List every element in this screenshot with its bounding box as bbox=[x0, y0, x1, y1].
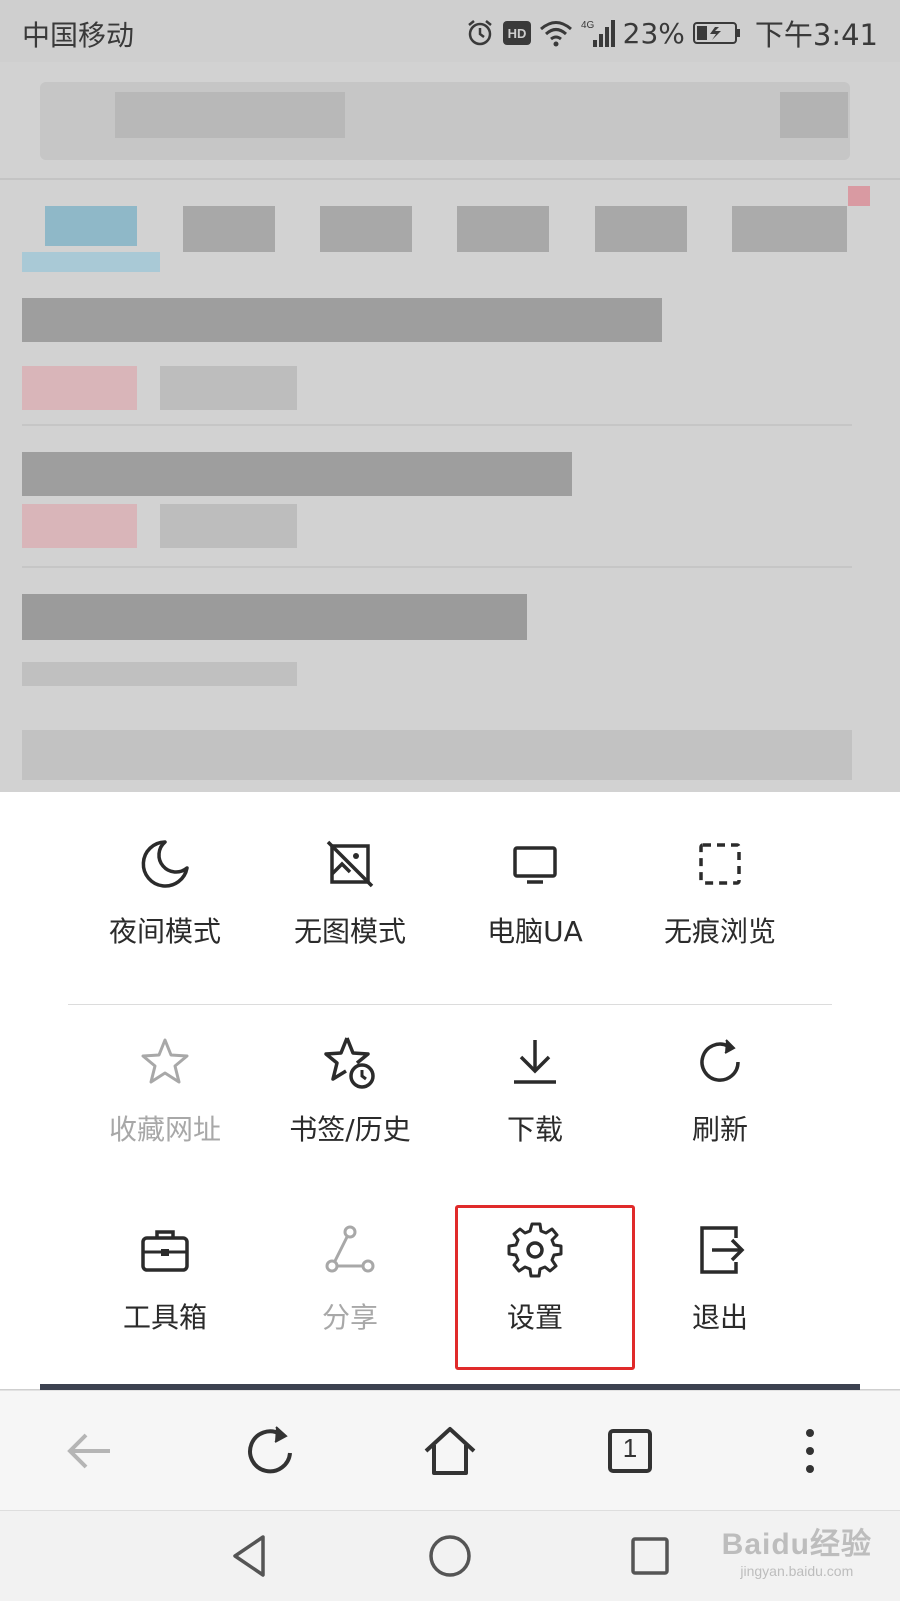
exit-icon bbox=[700, 1226, 745, 1274]
refresh-icon bbox=[700, 1039, 740, 1082]
blurred-tag bbox=[22, 366, 137, 410]
menu-item-label: 无痕浏览 bbox=[663, 915, 776, 948]
status-bar: 中国移动 HD 4G 23% 下午3:41 bbox=[0, 0, 900, 62]
menu-row-3: 工具箱 分享 设置 退出 bbox=[0, 1190, 900, 1340]
blurred-meta bbox=[22, 730, 852, 780]
blurred-tab-underline bbox=[22, 252, 160, 272]
blurred-tab bbox=[183, 206, 275, 252]
menu-item-label: 夜间模式 bbox=[108, 915, 221, 948]
back-triangle-icon[interactable] bbox=[225, 1531, 275, 1581]
menu-item-night-mode[interactable]: 夜间模式 bbox=[70, 804, 260, 954]
toolbox-icon bbox=[141, 1230, 189, 1272]
blurred-headline bbox=[22, 452, 572, 496]
share-icon bbox=[325, 1225, 375, 1273]
blurred-webpage-background bbox=[0, 62, 900, 792]
star-icon bbox=[141, 1038, 189, 1084]
recent-square-icon[interactable] bbox=[625, 1531, 675, 1581]
blurred-divider bbox=[0, 178, 900, 180]
status-icons: HD 4G 23% 下午3:41 bbox=[465, 12, 878, 54]
alarm-icon bbox=[467, 20, 492, 46]
tabs-button[interactable]: 1 bbox=[598, 1419, 662, 1483]
blurred-tab-active bbox=[45, 206, 137, 246]
blurred-block bbox=[780, 92, 848, 138]
menu-row-2: 收藏网址 书签/历史 下载 刷新 bbox=[0, 1002, 900, 1152]
blurred-block bbox=[115, 92, 345, 138]
menu-item-label: 刷新 bbox=[691, 1113, 748, 1146]
signal-icon: 4G bbox=[581, 20, 615, 47]
blurred-meta bbox=[160, 504, 297, 548]
menu-item-exit[interactable]: 退出 bbox=[625, 1190, 815, 1340]
wifi-icon bbox=[539, 21, 572, 47]
menu-item-add-bookmark[interactable]: 收藏网址 bbox=[70, 1002, 260, 1152]
tab-count: 1 bbox=[622, 1433, 638, 1463]
menu-item-label: 书签/历史 bbox=[289, 1113, 411, 1146]
star-clock-icon bbox=[324, 1037, 375, 1089]
refresh-icon[interactable] bbox=[238, 1419, 302, 1483]
menu-item-share[interactable]: 分享 bbox=[255, 1190, 445, 1340]
menu-item-desktop-ua[interactable]: 电脑UA bbox=[440, 804, 630, 954]
blurred-headline bbox=[22, 298, 662, 342]
system-navigation-bar: Baidu经验 jingyan.baidu.com bbox=[0, 1510, 900, 1601]
clock: 下午3:41 bbox=[754, 18, 878, 52]
svg-text:HD: HD bbox=[507, 26, 526, 41]
menu-item-label: 退出 bbox=[691, 1301, 748, 1334]
menu-row-1: 夜间模式 无图模式 电脑UA 无痕浏览 bbox=[0, 804, 900, 954]
blurred-tag bbox=[22, 504, 137, 548]
moon-icon bbox=[141, 840, 189, 888]
blurred-headline bbox=[22, 594, 527, 640]
blurred-divider bbox=[22, 566, 852, 568]
blurred-divider bbox=[22, 424, 852, 426]
menu-item-label: 下载 bbox=[506, 1113, 563, 1146]
battery-icon bbox=[692, 22, 740, 44]
menu-item-toolbox[interactable]: 工具箱 bbox=[70, 1190, 260, 1340]
menu-item-bookmarks-history[interactable]: 书签/历史 bbox=[255, 1002, 445, 1152]
network-type-label: 4G bbox=[581, 20, 595, 31]
back-arrow-icon[interactable] bbox=[58, 1419, 122, 1483]
blurred-meta bbox=[22, 662, 297, 686]
home-circle-icon[interactable] bbox=[425, 1531, 475, 1581]
menu-item-refresh[interactable]: 刷新 bbox=[625, 1002, 815, 1152]
desktop-icon bbox=[513, 846, 557, 884]
blurred-badge bbox=[848, 186, 870, 206]
blurred-tab bbox=[732, 206, 847, 252]
blurred-tab bbox=[595, 206, 687, 252]
browser-toolbar: 1 bbox=[0, 1390, 900, 1511]
browser-menu-sheet: 夜间模式 无图模式 电脑UA 无痕浏览 收藏网址 书签/历史 下载 刷新 工具箱… bbox=[0, 792, 900, 1389]
battery-percent: 23% bbox=[622, 16, 685, 50]
hd-icon: HD bbox=[502, 21, 531, 45]
menu-item-incognito[interactable]: 无痕浏览 bbox=[625, 804, 815, 954]
carrier-label: 中国移动 bbox=[22, 19, 135, 52]
blurred-tab bbox=[320, 206, 412, 252]
menu-item-download[interactable]: 下载 bbox=[440, 1002, 630, 1152]
blurred-meta bbox=[160, 366, 297, 410]
dashed-square-icon bbox=[699, 843, 741, 885]
menu-item-no-image-mode[interactable]: 无图模式 bbox=[255, 804, 445, 954]
download-icon bbox=[514, 1040, 556, 1084]
settings-highlight-box bbox=[455, 1205, 635, 1370]
menu-item-label: 分享 bbox=[321, 1301, 378, 1334]
home-icon[interactable] bbox=[418, 1419, 482, 1483]
blurred-tab bbox=[457, 206, 549, 252]
menu-item-label: 无图模式 bbox=[293, 915, 406, 948]
baidu-jingyan-watermark: Baidu经验 jingyan.baidu.com bbox=[721, 1528, 872, 1579]
menu-item-label: 电脑UA bbox=[487, 915, 583, 948]
more-icon[interactable] bbox=[778, 1419, 842, 1483]
no-image-icon bbox=[326, 840, 374, 888]
menu-item-label: 工具箱 bbox=[122, 1301, 207, 1334]
menu-item-label: 收藏网址 bbox=[108, 1113, 221, 1146]
